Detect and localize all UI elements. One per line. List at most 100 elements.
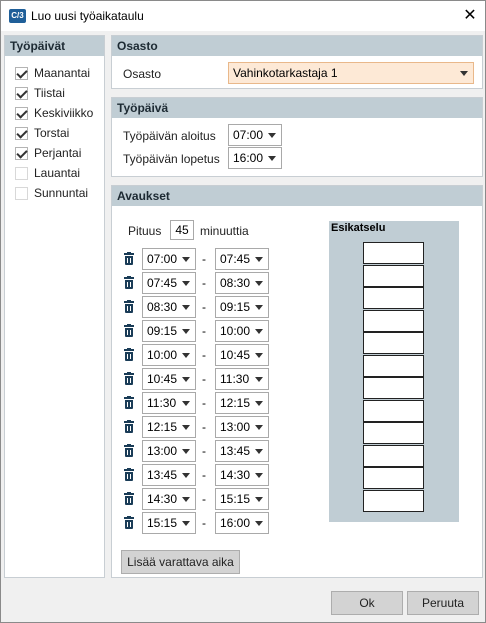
chevron-down-icon [255,281,263,286]
slot-start-select[interactable]: 07:45 [142,272,196,294]
slot-start-select-value: 12:15 [147,420,178,434]
slot-end-select[interactable]: 10:45 [215,344,269,366]
slot-start-select[interactable]: 13:00 [142,440,196,462]
slot-end-select-value: 10:00 [220,324,251,338]
slot-start-select-value: 13:45 [147,468,178,482]
slot-start-select[interactable]: 08:30 [142,296,196,318]
slot-end-select[interactable]: 13:00 [215,416,269,438]
slot-start-select[interactable]: 10:00 [142,344,196,366]
slot-start-select[interactable]: 07:00 [142,248,196,270]
trash-icon[interactable] [124,444,134,457]
ok-button[interactable]: Ok [331,591,403,615]
workday-checkbox-row[interactable]: Sunnuntai [15,184,88,202]
checkbox-checked[interactable] [15,126,28,140]
chevron-down-icon [255,305,263,310]
chevron-down-icon [182,401,190,406]
trash-icon[interactable] [124,372,134,385]
chevron-down-icon [182,521,190,526]
slot-end-select[interactable]: 13:45 [215,440,269,462]
workday-start-select[interactable]: 07:00 [228,124,282,146]
checkbox-checked[interactable] [15,106,28,120]
slot-separator: - [202,516,206,530]
slot-end-select[interactable]: 12:15 [215,392,269,414]
slot-end-select-value: 14:30 [220,468,251,482]
trash-icon[interactable] [124,396,134,409]
chevron-down-icon [460,71,468,76]
length-input[interactable]: 45 [170,220,194,240]
slot-end-select[interactable]: 11:30 [215,368,269,390]
length-label: Pituus [128,224,162,238]
slot-start-select[interactable]: 10:45 [142,368,196,390]
slot-end-select[interactable]: 10:00 [215,320,269,342]
slot-separator: - [202,276,206,290]
workday-start-label: Työpäivän aloitus [123,129,216,143]
checkbox-unchecked[interactable] [15,186,28,200]
slot-start-select-value: 10:00 [147,348,178,362]
department-select[interactable]: Vahinkotarkastaja 1 [228,62,474,84]
add-bookable-time-button[interactable]: Lisää varattava aika [121,550,240,574]
workday-label: Tiistai [34,86,65,100]
preview-slot [363,377,424,399]
trash-icon[interactable] [124,276,134,289]
checkbox-checked[interactable] [15,146,28,160]
chevron-down-icon [255,521,263,526]
slot-end-select-value: 12:15 [220,396,251,410]
preview-slot [363,354,424,377]
workday-label: Perjantai [34,146,82,160]
chevron-down-icon [182,329,190,334]
workday-checkbox-row[interactable]: Maanantai [15,64,90,82]
close-icon[interactable]: ✕ [457,5,483,27]
checkbox-unchecked[interactable] [15,166,28,180]
workday-checkbox-row[interactable]: Keskiviikko [15,104,93,122]
trash-icon[interactable] [124,492,134,505]
checkbox-checked[interactable] [15,86,28,100]
workday-checkbox-row[interactable]: Tiistai [15,84,65,102]
slot-start-select[interactable]: 09:15 [142,320,196,342]
trash-icon[interactable] [124,516,134,529]
slot-end-select-value: 15:15 [220,492,251,506]
slot-start-select[interactable]: 15:15 [142,512,196,534]
slot-separator: - [202,396,206,410]
slot-start-select-value: 11:30 [147,396,177,410]
chevron-down-icon [182,449,190,454]
department-select-value: Vahinkotarkastaja 1 [233,66,338,80]
slot-start-select[interactable]: 11:30 [142,392,196,414]
slot-end-select[interactable]: 14:30 [215,464,269,486]
slot-start-select[interactable]: 14:30 [142,488,196,510]
preview-slot [363,332,424,354]
workday-checkbox-row[interactable]: Perjantai [15,144,81,162]
trash-icon[interactable] [124,324,134,337]
preview-slot [363,467,424,489]
trash-icon[interactable] [124,348,134,361]
chevron-down-icon [255,497,263,502]
chevron-down-icon [255,473,263,478]
trash-icon[interactable] [124,252,134,265]
trash-icon[interactable] [124,468,134,481]
workday-checkbox-row[interactable]: Lauantai [15,164,80,182]
department-section: Osasto Osasto Vahinkotarkastaja 1 [111,35,483,89]
trash-icon[interactable] [124,420,134,433]
slot-end-select[interactable]: 15:15 [215,488,269,510]
chevron-down-icon [182,473,190,478]
slot-separator: - [202,252,206,266]
slot-end-select[interactable]: 16:00 [215,512,269,534]
dialog-content: Työpäivät Maanantai Tiistai Keskiviikko Tor… [1,31,485,622]
chevron-down-icon [255,449,263,454]
slot-end-select[interactable]: 09:15 [215,296,269,318]
cancel-button[interactable]: Peruuta [407,591,479,615]
workday-end-select[interactable]: 16:00 [228,147,282,169]
slot-end-select-value: 07:45 [220,252,251,266]
slot-end-select[interactable]: 08:30 [215,272,269,294]
slot-start-select[interactable]: 13:45 [142,464,196,486]
checkbox-checked[interactable] [15,66,28,80]
slot-separator: - [202,468,206,482]
slot-end-select-value: 11:30 [220,372,250,386]
trash-icon[interactable] [124,300,134,313]
chevron-down-icon [255,425,263,430]
preview-slot [363,444,424,467]
slot-start-select[interactable]: 12:15 [142,416,196,438]
workday-checkbox-row[interactable]: Torstai [15,124,69,142]
chevron-down-icon [255,329,263,334]
slot-end-select[interactable]: 07:45 [215,248,269,270]
chevron-down-icon [182,353,190,358]
